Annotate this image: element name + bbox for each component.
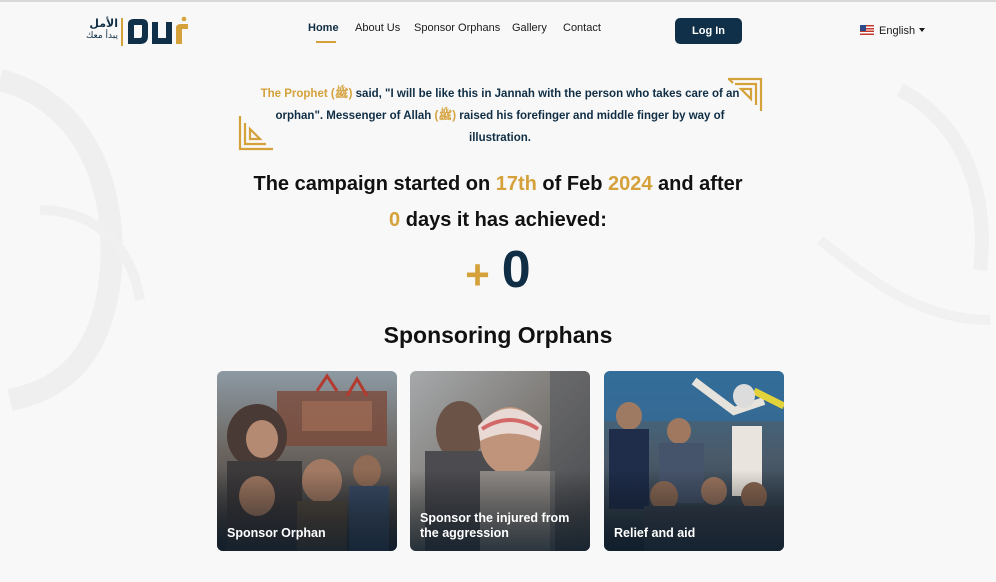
campaign-text3: and after	[652, 173, 743, 195]
hadith-pbuh: (ﷺ)	[434, 110, 457, 122]
us-flag-icon	[860, 25, 874, 35]
card-label: Sponsor Orphan	[227, 526, 326, 540]
counter-value: 0	[501, 241, 531, 299]
achievement-counter: +0	[0, 240, 996, 300]
nav-contact[interactable]: Contact	[563, 22, 601, 34]
site-header: الأمل يبدأ معك Home About Us Sponsor Orp…	[0, 2, 996, 60]
hadith-line2-start: orphan". Messenger of Allah	[275, 110, 435, 122]
campaign-text4: days it has achieved:	[400, 209, 607, 231]
card-label: Sponsor the injured from the aggression	[420, 511, 570, 540]
campaign-days-count: 0	[389, 209, 401, 231]
hadith-line2-rest: raised his forefinger and middle finger …	[456, 110, 725, 122]
campaign-text2: of Feb	[536, 173, 608, 195]
hadith-prefix: The Prophet (ﷺ)	[260, 88, 353, 100]
logo-arabic-tagline: يبدأ معك	[85, 31, 118, 41]
card-relief-aid[interactable]: Relief and aid	[604, 371, 784, 551]
nav-home[interactable]: Home	[308, 22, 339, 43]
section-title: Sponsoring Orphans	[383, 322, 613, 348]
language-selector[interactable]: English	[860, 25, 926, 37]
campaign-day: 17th	[495, 173, 537, 195]
language-label: English	[879, 25, 916, 37]
hadith-quote: The Prophet (ﷺ) said, "I will be like th…	[255, 83, 745, 149]
caret-down-icon	[919, 28, 926, 32]
campaign-text1: The campaign started on	[253, 173, 496, 195]
card-label: Relief and aid	[614, 526, 696, 540]
counter-plus: +	[465, 251, 490, 298]
hadith-line3: illustration.	[469, 132, 531, 144]
card-sponsor-injured[interactable]: Sponsor the injured from the aggression	[410, 371, 590, 551]
page: الأمل يبدأ معك Home About Us Sponsor Orp…	[0, 0, 996, 582]
relief-aid-photo	[604, 371, 784, 551]
site-logo[interactable]: الأمل يبدأ معك	[72, 14, 190, 52]
nav-about-us[interactable]: About Us	[355, 22, 400, 34]
campaign-year: 2024	[607, 173, 653, 195]
nav-sponsor-orphans[interactable]: Sponsor Orphans	[414, 22, 500, 34]
nav-gallery[interactable]: Gallery	[512, 22, 547, 34]
sponsor-orphan-photo	[217, 371, 397, 551]
login-button[interactable]: Log In	[675, 18, 742, 44]
card-sponsor-orphan[interactable]: Sponsor Orphan	[217, 371, 397, 551]
hadith-line1: said, "I will be like this in Jannah wit…	[352, 88, 740, 100]
logo-mark-icon	[121, 16, 188, 46]
logo-arabic-name: الأمل	[89, 17, 118, 30]
campaign-statement: The campaign started on 17th of Feb 2024…	[200, 166, 796, 238]
